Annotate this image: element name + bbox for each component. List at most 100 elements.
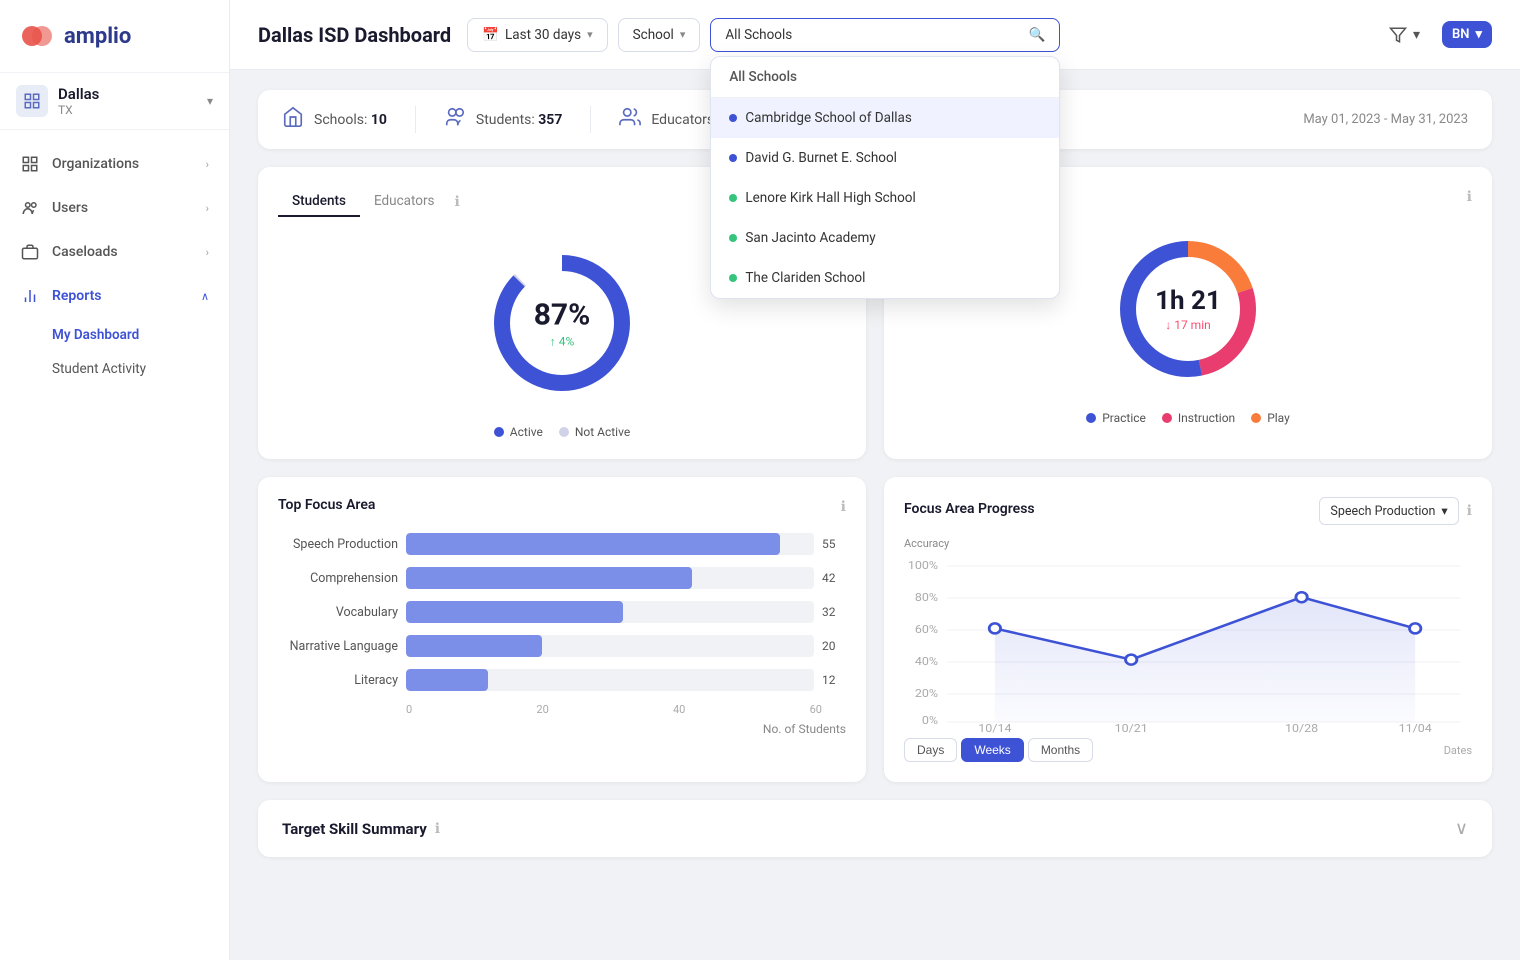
target-skill-info-icon[interactable]: ℹ [435, 821, 440, 837]
usage-info-icon[interactable]: ℹ [1467, 189, 1472, 205]
progress-card-header: Focus Area Progress Speech Production ▾ … [904, 497, 1472, 525]
focus-progress-card: Focus Area Progress Speech Production ▾ … [884, 477, 1492, 782]
calendar-icon: 📅 [482, 27, 499, 43]
students-info-icon[interactable]: ℹ [455, 194, 460, 210]
schools-dropdown-menu: All Schools Cambridge School of Dallas D… [710, 56, 1060, 299]
focus-progress-title: Focus Area Progress [904, 501, 1035, 517]
educators-icon [619, 106, 641, 133]
focus-area-xlabel: No. of Students [278, 722, 846, 736]
schools-stat-label: Schools: [314, 112, 367, 128]
school-filter-label: School [633, 27, 674, 43]
educators-stat-label: Educators: [651, 112, 717, 128]
all-schools-label: All Schools [725, 27, 792, 43]
avatar-chevron-icon: ▾ [1475, 27, 1482, 42]
school-filter-chevron-icon: ▾ [680, 28, 686, 41]
hbar-fill-vocab [406, 601, 623, 623]
target-skill-collapse-icon[interactable]: ∨ [1455, 818, 1468, 839]
progress-info-icon[interactable]: ℹ [1467, 503, 1472, 519]
date-range-chevron-icon: ▾ [587, 28, 593, 41]
district-selector[interactable]: Dallas TX ▾ [0, 73, 229, 130]
x-label-60: 60 [810, 703, 822, 716]
organizations-label: Organizations [52, 156, 194, 172]
hbar-label-narr: Narrative Language [278, 639, 398, 654]
reports-label: Reports [52, 288, 189, 304]
line-chart: 100% 80% 60% 40% 20% 0% [904, 554, 1472, 734]
schools-dropdown-container: All Schools 🔍 All Schools Cambridge Scho… [710, 18, 1060, 52]
not-active-dot [559, 427, 569, 437]
user-avatar[interactable]: BN ▾ [1442, 21, 1492, 48]
progress-dates-label: Dates [1444, 744, 1472, 757]
line-chart-svg: 100% 80% 60% 40% 20% 0% [904, 554, 1472, 734]
all-schools-dropdown-btn[interactable]: All Schools 🔍 [710, 18, 1060, 52]
users-icon [20, 198, 40, 218]
topbar-controls: 📅 Last 30 days ▾ School ▾ All Schools 🔍 [467, 18, 1363, 52]
legend-not-active: Not Active [559, 425, 630, 439]
search-icon: 🔍 [1029, 27, 1046, 43]
focus-area-info-icon[interactable]: ℹ [841, 499, 846, 515]
school-name-5: The Clariden School [745, 270, 865, 286]
school-option-4[interactable]: San Jacinto Academy [711, 218, 1059, 258]
progress-weeks-btn[interactable]: Weeks [961, 738, 1023, 762]
svg-text:80%: 80% [915, 591, 939, 604]
progress-dropdown-label: Speech Production [1330, 504, 1435, 519]
all-schools-option[interactable]: All Schools [711, 57, 1059, 98]
caseloads-label: Caseloads [52, 244, 194, 260]
svg-text:20%: 20% [915, 687, 939, 700]
students-stat-label: Students: [476, 112, 535, 128]
school-name-2: David G. Burnet E. School [745, 150, 897, 166]
target-skill-title: Target Skill Summary [282, 820, 427, 838]
users-label: Users [52, 200, 194, 216]
global-filter-btn[interactable]: ▾ [1379, 18, 1430, 52]
school-option-2[interactable]: David G. Burnet E. School [711, 138, 1059, 178]
progress-months-btn[interactable]: Months [1028, 738, 1093, 762]
reports-subnav: My Dashboard Student Activity [0, 318, 229, 386]
practice-label: Practice [1102, 411, 1146, 425]
dashboard-title: Dallas ISD Dashboard [258, 23, 451, 47]
hbar-value-narr: 20 [822, 639, 846, 653]
svg-text:11/04: 11/04 [1399, 722, 1433, 735]
svg-text:100%: 100% [908, 559, 939, 572]
logo: amplio [0, 0, 229, 73]
sidebar-item-reports[interactable]: Reports ∧ [0, 274, 229, 318]
district-chevron-icon: ▾ [207, 94, 213, 108]
focus-progress-dropdown[interactable]: Speech Production ▾ [1319, 497, 1458, 525]
sidebar-item-caseloads[interactable]: Caseloads › [0, 230, 229, 274]
hbar-fill-speech [406, 533, 780, 555]
usage-donut-center: 1h 21 ↓ 17 min [1155, 286, 1221, 332]
district-icon [16, 85, 48, 117]
legend-practice: Practice [1086, 411, 1146, 425]
play-dot [1251, 413, 1261, 423]
focus-area-card: Top Focus Area ℹ Speech Production 55 [258, 477, 866, 782]
students-stat-count: 357 [538, 112, 562, 128]
focus-area-bars: Speech Production 55 Comprehension 42 [278, 533, 846, 691]
school-name-3: Lenore Kirk Hall High School [745, 190, 915, 206]
tab-educators[interactable]: Educators [360, 187, 449, 217]
school-option-5[interactable]: The Clariden School [711, 258, 1059, 298]
school-filter-dropdown[interactable]: School ▾ [618, 18, 701, 52]
sidebar-item-student-activity[interactable]: Student Activity [0, 352, 229, 386]
topbar-right: ▾ BN ▾ [1379, 18, 1492, 52]
sidebar-item-my-dashboard[interactable]: My Dashboard [0, 318, 229, 352]
progress-days-btn[interactable]: Days [904, 738, 957, 762]
sidebar-item-users[interactable]: Users › [0, 186, 229, 230]
school-option-3[interactable]: Lenore Kirk Hall High School [711, 178, 1059, 218]
organizations-chevron-icon: › [206, 158, 209, 171]
svg-text:10/28: 10/28 [1285, 722, 1318, 735]
legend-play: Play [1251, 411, 1290, 425]
hbar-fill-lit [406, 669, 488, 691]
sidebar-item-organizations[interactable]: Organizations › [0, 142, 229, 186]
date-range-dropdown[interactable]: 📅 Last 30 days ▾ [467, 18, 607, 52]
bar-chart-icon [20, 286, 40, 306]
hbar-fill-comp [406, 567, 692, 589]
hbar-track-vocab [406, 601, 814, 623]
logo-text: amplio [64, 24, 131, 49]
students-stat-text: Students: 357 [476, 112, 562, 128]
filter-chevron-icon: ▾ [1413, 27, 1420, 43]
schools-stat-count: 10 [371, 112, 387, 128]
hbar-track-narr [406, 635, 814, 657]
tab-students[interactable]: Students [278, 187, 360, 217]
school-dot-2 [729, 154, 737, 162]
active-label: Active [510, 425, 543, 439]
hbar-fill-narr [406, 635, 542, 657]
school-option-1[interactable]: Cambridge School of Dallas [711, 98, 1059, 138]
